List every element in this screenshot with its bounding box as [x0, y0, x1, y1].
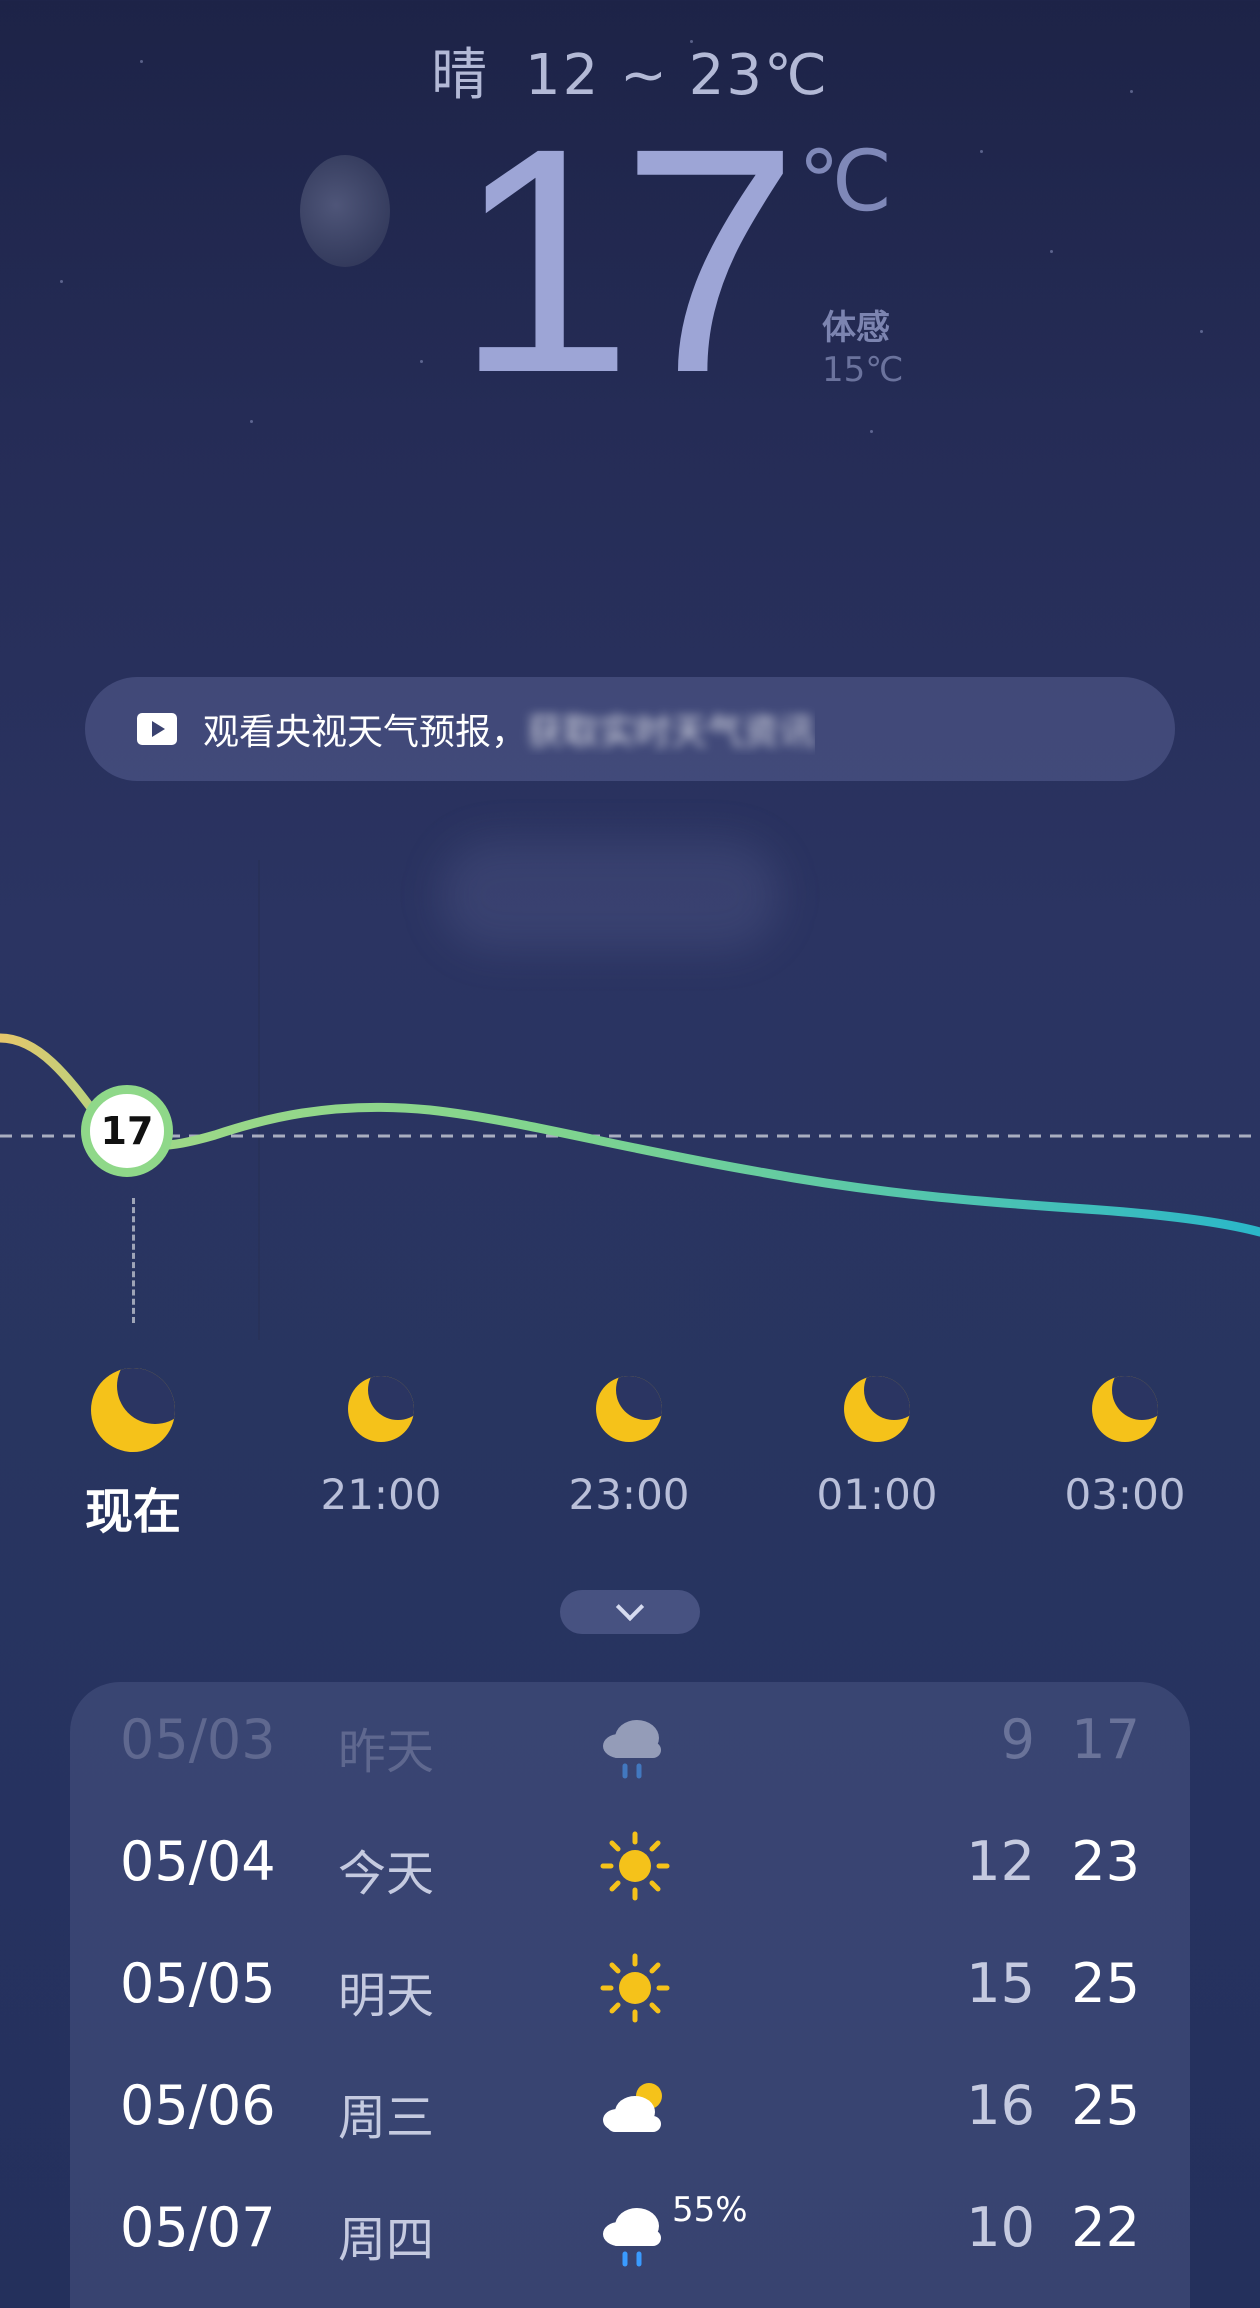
- daily-row[interactable]: 05/05 明天 15 25: [70, 1926, 1190, 2048]
- cloud-rain-icon: [603, 2208, 661, 2267]
- day-name: 周三: [338, 2090, 435, 2146]
- hour-label: 23:00: [568, 1470, 690, 1519]
- day-date: 05/07: [120, 2196, 276, 2259]
- feels-like-label: 体感: [822, 308, 890, 348]
- temperature-unit: ℃: [798, 132, 893, 230]
- cloud-illustration: [440, 840, 780, 950]
- banner-text: 观看央视天气预报，获取实时天气资讯: [203, 712, 816, 753]
- hour-label: 03:00: [1064, 1470, 1186, 1519]
- now-temp-bubble: 17: [81, 1085, 173, 1177]
- cloud-rain-icon: [603, 1720, 661, 1779]
- hour-item[interactable]: 03:00: [1025, 1376, 1225, 1519]
- day-high-temp: 22: [1071, 2196, 1140, 2259]
- daily-row[interactable]: 05/06 周三 16 25: [70, 2048, 1190, 2170]
- day-date: 05/05: [120, 1952, 276, 2015]
- cctv-forecast-banner[interactable]: 观看央视天气预报，获取实时天气资讯: [85, 677, 1175, 781]
- banner-text-obscured: 获取实时天气资讯: [527, 712, 816, 753]
- hour-item[interactable]: 21:00: [281, 1376, 481, 1519]
- moon-icon: [348, 1376, 414, 1442]
- daily-row[interactable]: 05/07 周四 55% 10 22: [70, 2170, 1190, 2292]
- hour-item-now[interactable]: 现在: [33, 1368, 233, 1542]
- moon-illustration: [300, 155, 390, 267]
- hour-label: 01:00: [816, 1470, 938, 1519]
- day-name: 周四: [338, 2212, 435, 2268]
- now-marker-line: [132, 1198, 135, 1323]
- daily-row[interactable]: 05/03 昨天 9 17: [70, 1682, 1190, 1804]
- day-low-temp: 10: [966, 2196, 1035, 2259]
- day-name: 明天: [338, 1968, 435, 2024]
- feels-like-value: 15℃: [822, 350, 904, 390]
- moon-icon: [844, 1376, 910, 1442]
- hourly-forecast[interactable]: 现在 21:00 23:00 01:00 03:00: [0, 1360, 1260, 1540]
- moon-icon: [91, 1368, 175, 1452]
- day-high-temp: 17: [1071, 1708, 1140, 1771]
- day-low-temp: 16: [966, 2074, 1035, 2137]
- day-name: 昨天: [338, 1724, 435, 1780]
- day-date: 05/03: [120, 1708, 276, 1771]
- precipitation-chance: 55%: [672, 2190, 748, 2230]
- hour-item[interactable]: 23:00: [529, 1376, 729, 1519]
- hourly-temperature-chart: [0, 1033, 1260, 1237]
- day-high-temp: 25: [1071, 2074, 1140, 2137]
- hour-label: 21:00: [320, 1470, 442, 1519]
- sun-icon: [600, 1831, 670, 1901]
- cloud-sun-icon: [603, 2083, 662, 2132]
- current-temperature: 17: [455, 81, 799, 439]
- hour-label: 现在: [84, 1484, 181, 1540]
- day-low-temp: 9: [1000, 1708, 1035, 1771]
- day-high-temp: 25: [1071, 1952, 1140, 2015]
- day-date: 05/04: [120, 1830, 276, 1893]
- moon-icon: [1092, 1376, 1158, 1442]
- moon-icon: [596, 1376, 662, 1442]
- day-name: 今天: [338, 1846, 435, 1902]
- play-icon: [137, 713, 177, 745]
- day-high-temp: 23: [1071, 1830, 1140, 1893]
- day-low-temp: 12: [966, 1830, 1035, 1893]
- sun-icon: [600, 1953, 670, 2023]
- day-date: 05/06: [120, 2074, 276, 2137]
- hour-item[interactable]: 01:00: [777, 1376, 977, 1519]
- chevron-down-icon: [615, 1592, 645, 1622]
- daily-forecast-card: 05/03 昨天 9 17 05/04 今天 12 23 05/05 明天 15…: [70, 1682, 1190, 2308]
- daily-row[interactable]: 05/04 今天 12 23: [70, 1804, 1190, 1926]
- day-low-temp: 15: [966, 1952, 1035, 2015]
- expand-toggle-button[interactable]: [560, 1590, 700, 1634]
